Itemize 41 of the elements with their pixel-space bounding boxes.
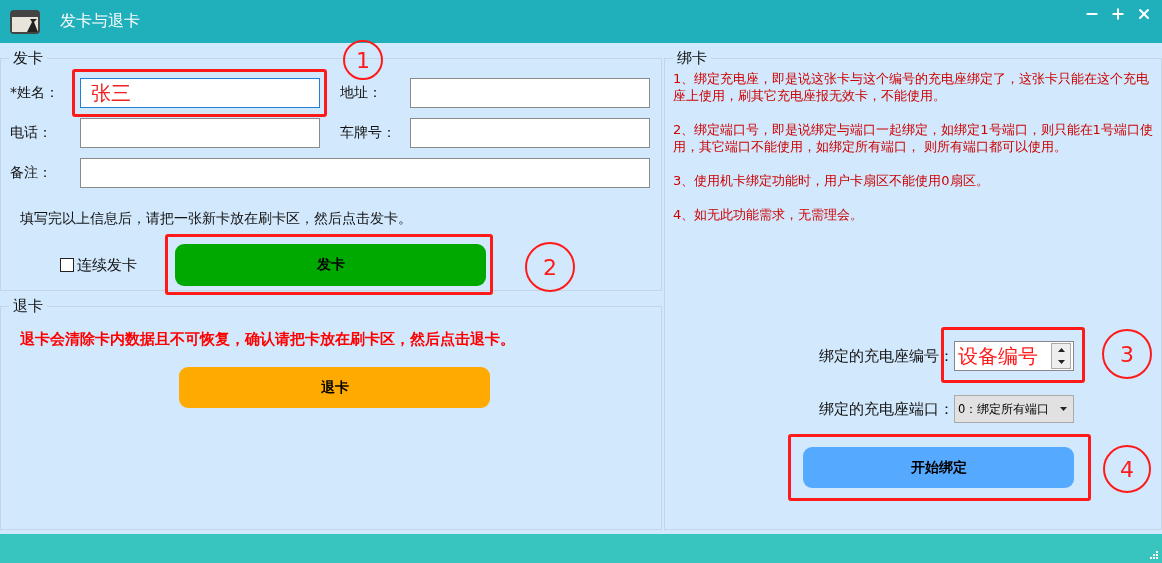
field-label: 电话：: [10, 124, 53, 142]
note-text: 4、如无此功能需求，无需理会。: [673, 206, 865, 223]
up-arrow-icon: [1057, 348, 1065, 352]
number-spinbox[interactable]: 设备编号: [954, 341, 1074, 371]
step-marker: 3: [1102, 329, 1152, 379]
issue-card-button[interactable]: 发卡: [175, 244, 486, 286]
input-field[interactable]: [80, 118, 320, 148]
input-field[interactable]: [410, 118, 650, 148]
maximize-icon[interactable]: [1110, 6, 1126, 22]
note-text: 2、绑定端口号，即是说绑定与端口一起绑定，如绑定1号端口，则只能在1号端口使用，其它端口不能使用，如绑定所有端口， 则所有端口都可以使用。: [673, 121, 1154, 155]
checkbox[interactable]: 连续发卡: [60, 255, 137, 275]
field-label: 绑定的充电座编号：: [819, 346, 954, 366]
window-title: 发卡与退卡: [60, 11, 141, 32]
return-card-button[interactable]: 退卡: [179, 367, 490, 408]
warning-text: 退卡会清除卡内数据且不可恢复，确认请把卡放在刷卡区，然后点击退卡。: [19, 329, 516, 349]
step-marker: 2: [525, 242, 575, 292]
field-label: 车牌号：: [340, 124, 397, 142]
step-marker: 1: [343, 40, 383, 80]
down-arrow-icon: [1060, 407, 1067, 411]
note-text: 3、使用机卡绑定功能时，用户卡扇区不能使用0扇区。: [673, 172, 990, 189]
field-label: 地址：: [340, 84, 383, 102]
card-icon: [10, 9, 40, 34]
field-label: 备注：: [10, 164, 53, 182]
field-label: 绑定的充电座端口：: [819, 399, 954, 419]
down-arrow-icon: [1057, 360, 1065, 364]
port-dropdown[interactable]: 0：绑定所有端口: [954, 395, 1074, 423]
input-field[interactable]: [410, 78, 650, 108]
input-field[interactable]: [80, 158, 650, 188]
step-marker: 4: [1103, 445, 1151, 493]
note-text: 1、绑定充电座，即是说这张卡与这个编号的充电座绑定了，这张卡只能在这个充电座上使用，刷其它充电座报无效卡，不能使用。: [673, 70, 1151, 104]
close-icon[interactable]: [1136, 6, 1152, 22]
decrement-button[interactable]: [1052, 356, 1070, 368]
group-title: 发卡: [12, 49, 44, 68]
resize-grip-icon: [1150, 551, 1159, 560]
bind-button[interactable]: 开始绑定: [803, 447, 1074, 488]
input-field[interactable]: 张三: [80, 78, 320, 108]
group-title: 绑卡: [676, 49, 708, 68]
increment-button[interactable]: [1052, 344, 1070, 356]
group-title: 退卡: [12, 297, 44, 316]
field-label: *姓名：: [10, 84, 60, 102]
instruction-text: 填写完以上信息后，请把一张新卡放在刷卡区，然后点击发卡。: [19, 209, 413, 228]
